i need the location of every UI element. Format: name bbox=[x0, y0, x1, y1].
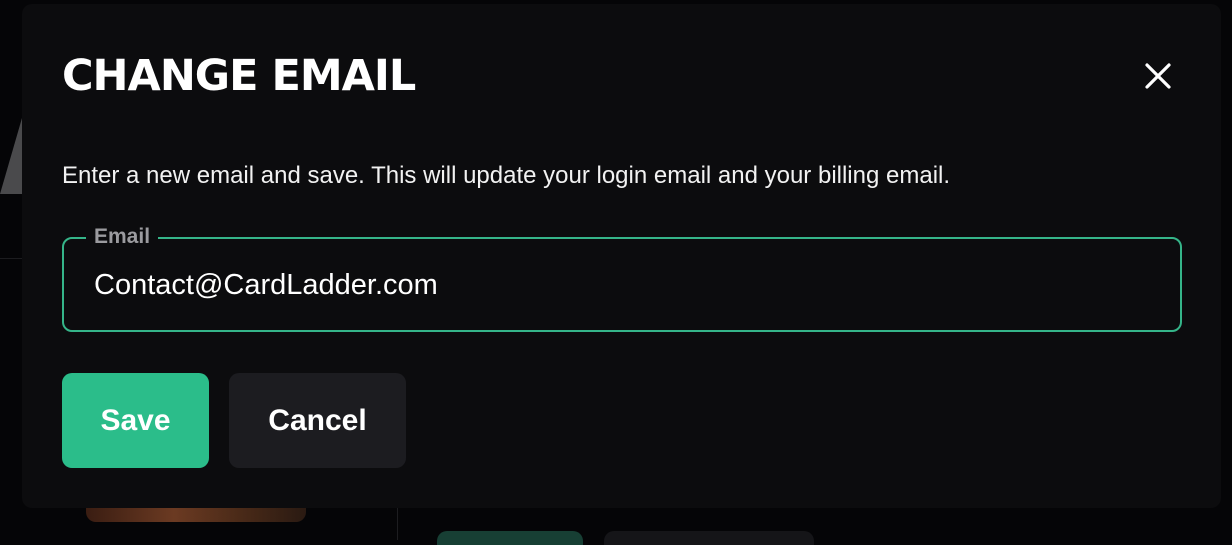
close-icon bbox=[1144, 62, 1172, 90]
change-email-modal: CHANGE EMAIL Enter a new email and save.… bbox=[22, 4, 1221, 508]
email-input[interactable] bbox=[94, 265, 1154, 305]
cancel-button[interactable]: Cancel bbox=[229, 373, 406, 468]
save-button[interactable]: Save bbox=[62, 373, 209, 468]
email-field: Email bbox=[62, 237, 1182, 332]
background-chip bbox=[437, 531, 583, 545]
background-chip bbox=[604, 531, 814, 545]
background-divider bbox=[0, 258, 22, 259]
background-graphic bbox=[0, 118, 22, 194]
background-divider bbox=[397, 505, 398, 540]
modal-title: CHANGE EMAIL bbox=[62, 48, 415, 104]
email-field-label: Email bbox=[86, 224, 158, 250]
close-button[interactable] bbox=[1138, 56, 1178, 96]
modal-description: Enter a new email and save. This will up… bbox=[62, 159, 950, 193]
